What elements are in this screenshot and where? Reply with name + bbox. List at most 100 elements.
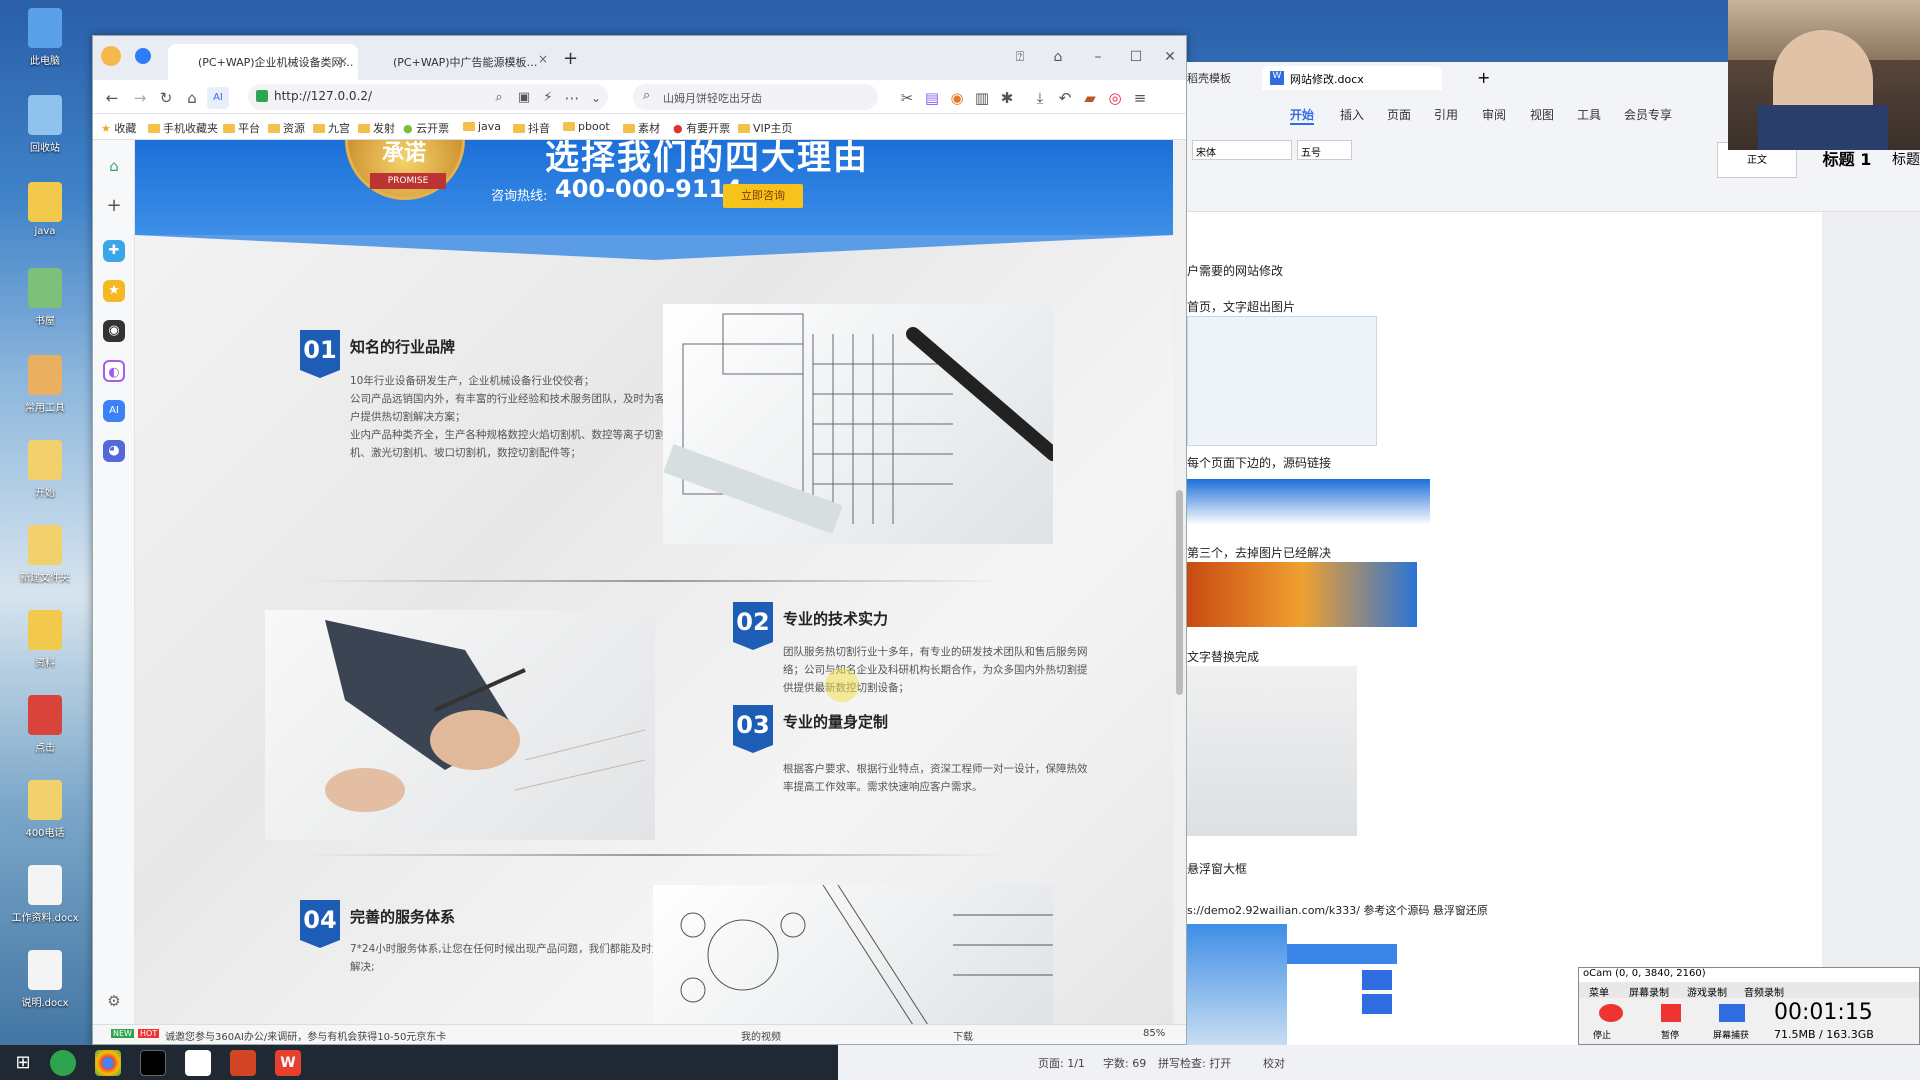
bookmark-item[interactable]: ★ 收藏	[101, 120, 136, 136]
tab-review[interactable]: 审阅	[1482, 106, 1506, 123]
menu-icon[interactable]: ≡	[1129, 87, 1151, 109]
color-icon[interactable]: ◎	[1104, 87, 1126, 109]
bot-icon[interactable]: ◕	[103, 440, 125, 462]
desktop-icon[interactable]: 回收站	[10, 95, 80, 154]
ocam-menu-item[interactable]: 游戏录制	[1687, 984, 1727, 999]
tab-references[interactable]: 引用	[1434, 106, 1458, 123]
bookmark-item[interactable]: 资源	[268, 120, 305, 136]
bookmark-item[interactable]: 抖音	[513, 120, 550, 136]
pause-icon[interactable]	[1661, 1004, 1681, 1022]
desktop-icon[interactable]: 资料	[10, 610, 80, 669]
tab-active[interactable]: (PC+WAP)企业机械设备类网…	[168, 44, 358, 80]
tab-insert[interactable]: 插入	[1340, 106, 1364, 123]
bookmark-item[interactable]: 发射	[358, 120, 395, 136]
bookmark-item[interactable]: 九宫	[313, 120, 350, 136]
scrollbar[interactable]	[1173, 140, 1186, 1025]
chat-icon[interactable]: ◉	[103, 320, 125, 342]
image-icon[interactable]: ▣	[513, 87, 535, 109]
forward-icon[interactable]: →	[129, 87, 151, 109]
minimize-icon[interactable]: –	[1083, 44, 1113, 70]
more-icon[interactable]: ⋯	[561, 87, 583, 109]
desktop-icon[interactable]: 书屋	[10, 268, 80, 327]
download-icon[interactable]: ⤓	[1029, 87, 1051, 109]
bookmark-item[interactable]: 素材	[623, 120, 660, 136]
tab-templates[interactable]: 稻壳模板	[1187, 70, 1231, 86]
pause-button[interactable]: 暂停	[1661, 1028, 1679, 1041]
gear-icon[interactable]: ⚙	[103, 990, 125, 1012]
tab-tools[interactable]: 工具	[1577, 106, 1601, 123]
toolbox-icon[interactable]: ▰	[1079, 87, 1101, 109]
scissors-icon[interactable]: ✂	[896, 87, 918, 109]
desktop-icon[interactable]: 常用工具	[10, 355, 80, 414]
search-icon[interactable]: ⌕	[488, 87, 510, 109]
ocam-menu-item[interactable]: 音频录制	[1744, 984, 1784, 999]
ai-icon[interactable]: AI	[207, 87, 229, 109]
home-icon[interactable]: ⌂	[181, 87, 203, 109]
avatar[interactable]	[101, 46, 121, 66]
capture-icon[interactable]	[1719, 1004, 1745, 1022]
ocam-menu-item[interactable]: 菜单	[1589, 984, 1609, 999]
bolt-icon[interactable]: ⚡	[537, 87, 559, 109]
add-icon[interactable]: +	[103, 195, 125, 217]
desktop-icon[interactable]: 400电话	[10, 780, 80, 839]
start-icon[interactable]: ⊞	[10, 1050, 36, 1076]
slides-icon[interactable]	[230, 1050, 256, 1076]
scrollbar-thumb[interactable]	[1176, 490, 1183, 695]
font-select[interactable]: 宋体	[1192, 140, 1292, 160]
document-page[interactable]: 户需要的网站修改 首页，文字超出图片 每个页面下边的，源码链接 第三个，去掉图片…	[1187, 212, 1822, 1045]
shirt-icon[interactable]: ⌂	[1043, 44, 1073, 70]
bookmark-item[interactable]: ● 云开票	[403, 120, 449, 136]
bookmark-item[interactable]: pboot	[563, 120, 610, 133]
tab-start[interactable]: 开始	[1290, 106, 1315, 125]
stop-button[interactable]: 停止	[1593, 1028, 1611, 1041]
back-icon[interactable]: ←	[101, 87, 123, 109]
desktop-icon[interactable]: 工作资料.docx	[10, 865, 80, 924]
chrome-icon[interactable]	[95, 1050, 121, 1076]
bookmark-item[interactable]: ● 有要开票	[673, 120, 730, 136]
desktop-icon[interactable]: 说明.docx	[10, 950, 80, 1009]
capture-button[interactable]: 屏幕捕获	[1713, 1028, 1749, 1041]
ai-icon[interactable]: ◐	[103, 360, 125, 382]
doc-tab[interactable]: W 网站修改.docx	[1262, 66, 1442, 90]
extensions-icon[interactable]: ✱	[996, 87, 1018, 109]
reader-icon[interactable]: ▥	[971, 87, 993, 109]
tab-view[interactable]: 视图	[1530, 106, 1554, 123]
close-window-icon[interactable]: ✕	[1155, 44, 1185, 70]
maximize-icon[interactable]: ☐	[1121, 44, 1151, 70]
desktop-icon[interactable]: 此电脑	[10, 8, 80, 67]
desktop-icon[interactable]: 新建文件夹	[10, 525, 80, 584]
bookmark-item[interactable]: 平台	[223, 120, 260, 136]
proofread[interactable]: 校对	[1263, 1055, 1285, 1071]
home-icon[interactable]: ⌂	[103, 155, 125, 177]
bookmark-item[interactable]: java	[463, 120, 501, 133]
new-tab-icon[interactable]: +	[1477, 68, 1490, 87]
game-icon[interactable]: ◉	[946, 87, 968, 109]
bookmark-item[interactable]: 手机收藏夹	[148, 120, 218, 136]
reload-icon[interactable]: ↻	[155, 87, 177, 109]
chevron-down-icon[interactable]: ⌄	[585, 87, 607, 109]
tab[interactable]: (PC+WAP)中广告能源模板…	[363, 44, 543, 80]
file-icon[interactable]	[185, 1050, 211, 1076]
desktop-icon[interactable]: java	[10, 182, 80, 237]
size-select[interactable]: 五号	[1297, 140, 1352, 160]
stop-icon[interactable]	[1599, 1004, 1623, 1022]
spell-check[interactable]: 拼写检查: 打开	[1158, 1055, 1231, 1071]
desktop-icon[interactable]: 点击	[10, 695, 80, 754]
wps-icon[interactable]: W	[275, 1050, 301, 1076]
desktop-icon[interactable]: 开始	[10, 440, 80, 499]
tab-layout[interactable]: 页面	[1387, 106, 1411, 123]
new-tab-icon[interactable]: +	[563, 48, 578, 69]
my-video-link[interactable]: 我的视频	[741, 1028, 781, 1043]
download-link[interactable]: 下载	[953, 1028, 973, 1043]
close-tab-icon[interactable]: ×	[538, 52, 548, 66]
close-tab-icon[interactable]: ×	[338, 54, 348, 68]
app-icon[interactable]	[50, 1050, 76, 1076]
feedback-icon[interactable]: ⍰	[1005, 44, 1035, 70]
tab-member[interactable]: 会员专享	[1624, 106, 1672, 123]
status-message[interactable]: 诚邀您参与360AI办公/来调研，参与有机会获得10-50元京东卡	[165, 1028, 446, 1043]
search-input[interactable]: ⌕ 山姆月饼轻吃出牙齿	[633, 84, 878, 110]
ocam-menu-item[interactable]: 屏幕录制	[1629, 984, 1669, 999]
translate-icon[interactable]: ▤	[921, 87, 943, 109]
star-icon[interactable]: ★	[103, 280, 125, 302]
ai-assistant-icon[interactable]: AI	[103, 400, 125, 422]
